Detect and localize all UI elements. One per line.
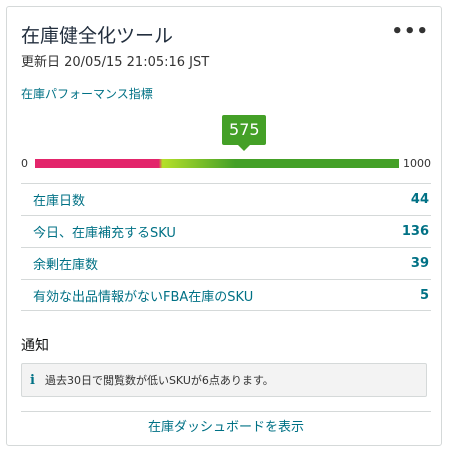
- gauge-value-bubble: 575: [222, 115, 267, 151]
- metric-row-stranded-fba[interactable]: 有効な出品情報がないFBA在庫のSKU 5: [21, 279, 431, 311]
- gauge-bar: [35, 159, 399, 168]
- card-title: 在庫健全化ツール: [21, 25, 174, 47]
- gauge-track: [35, 159, 399, 168]
- notification-box: i 過去30日で閲覧数が低いSKUが6点あります。: [21, 363, 427, 397]
- inventory-health-card: 在庫健全化ツール ••• 更新日 20/05/15 21:05:16 JST 在…: [6, 6, 442, 446]
- notifications-heading: 通知: [21, 338, 49, 354]
- metric-value: 44: [410, 192, 429, 207]
- metric-row-restock-today[interactable]: 今日、在庫補充するSKU 136: [21, 215, 431, 247]
- notification-text: 過去30日で閲覧数が低いSKUが6点あります。: [44, 374, 274, 387]
- metric-label: 余剰在庫数: [33, 258, 99, 273]
- metric-label: 有効な出品情報がないFBA在庫のSKU: [33, 289, 254, 305]
- metrics-list: 在庫日数 44 今日、在庫補充するSKU 136 余剰在庫数 39 有効な出品情…: [21, 183, 431, 311]
- info-icon: i: [30, 372, 35, 388]
- metric-value: 5: [419, 287, 429, 303]
- metric-label: 今日、在庫補充するSKU: [33, 226, 176, 241]
- metric-row-excess-inventory[interactable]: 余剰在庫数 39: [21, 247, 431, 279]
- view-inventory-dashboard-link[interactable]: 在庫ダッシュボードを表示: [21, 411, 431, 444]
- gauge-min-label: 0: [21, 157, 28, 170]
- metric-value: 39: [410, 256, 429, 271]
- inventory-performance-link[interactable]: 在庫パフォーマンス指標: [21, 85, 153, 102]
- metric-row-inventory-days[interactable]: 在庫日数 44: [21, 183, 431, 215]
- updated-timestamp: 更新日 20/05/15 21:05:16 JST: [21, 55, 210, 70]
- more-options-icon[interactable]: •••: [391, 21, 429, 42]
- inventory-score-gauge: 575 0 1000: [21, 107, 431, 177]
- metric-label: 在庫日数: [33, 194, 86, 209]
- metric-value: 136: [401, 224, 429, 239]
- gauge-max-label: 1000: [403, 157, 431, 170]
